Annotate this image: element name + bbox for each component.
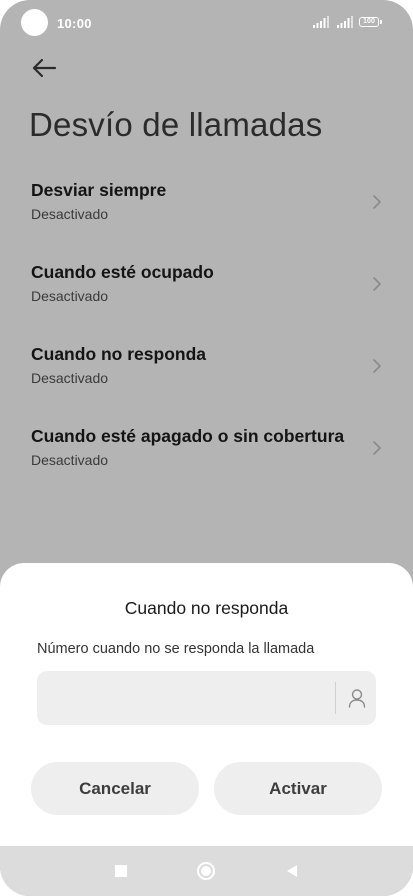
- contact-icon[interactable]: [348, 688, 366, 708]
- setting-status: Desactivado: [31, 370, 109, 386]
- chevron-right-icon: [373, 441, 381, 455]
- settings-list: Desviar siempre Desactivado Cuando esté …: [0, 176, 413, 504]
- setting-status: Desactivado: [31, 206, 109, 222]
- status-time: 10:00: [57, 16, 92, 31]
- activate-button[interactable]: Activar: [214, 762, 382, 815]
- dialog-description: Número cuando no se responda la llamada: [37, 641, 315, 657]
- chevron-right-icon: [373, 359, 381, 373]
- input-divider: [335, 682, 336, 714]
- back-arrow-icon[interactable]: [30, 56, 58, 80]
- signal-icon: [337, 16, 353, 28]
- front-camera-cutout: [21, 9, 48, 36]
- signal-icon: [313, 16, 329, 28]
- battery-level: 100: [363, 18, 375, 25]
- navigation-bar: [0, 846, 413, 896]
- status-bar: 10:00 100: [0, 0, 413, 46]
- page-title: Desvío de llamadas: [29, 106, 323, 143]
- setting-status: Desactivado: [31, 288, 109, 304]
- cancel-button[interactable]: Cancelar: [31, 762, 199, 815]
- forwarding-dialog: Cuando no responda Número cuando no se r…: [0, 563, 413, 846]
- forward-number-input[interactable]: [37, 671, 327, 725]
- setting-title: Cuando esté ocupado: [31, 262, 214, 282]
- setting-unreachable[interactable]: Cuando esté apagado o sin cobertura Desa…: [0, 422, 413, 504]
- setting-status: Desactivado: [31, 452, 109, 468]
- recents-icon[interactable]: [115, 865, 127, 877]
- setting-title: Desviar siempre: [31, 180, 167, 200]
- setting-title: Cuando no responda: [31, 344, 206, 364]
- dialog-title: Cuando no responda: [124, 598, 289, 618]
- back-icon[interactable]: [286, 864, 298, 878]
- setting-no-answer[interactable]: Cuando no responda Desactivado: [0, 340, 413, 422]
- number-input-container: [37, 671, 376, 725]
- setting-title: Cuando esté apagado o sin cobertura: [31, 426, 345, 446]
- battery-icon: 100: [359, 17, 382, 27]
- setting-when-busy[interactable]: Cuando esté ocupado Desactivado: [0, 258, 413, 340]
- home-icon[interactable]: [197, 862, 215, 880]
- chevron-right-icon: [373, 277, 381, 291]
- phone-screen: 10:00 100 Desvío de llamadas Desviar sie…: [0, 0, 413, 896]
- chevron-right-icon: [373, 195, 381, 209]
- setting-forward-always[interactable]: Desviar siempre Desactivado: [0, 176, 413, 258]
